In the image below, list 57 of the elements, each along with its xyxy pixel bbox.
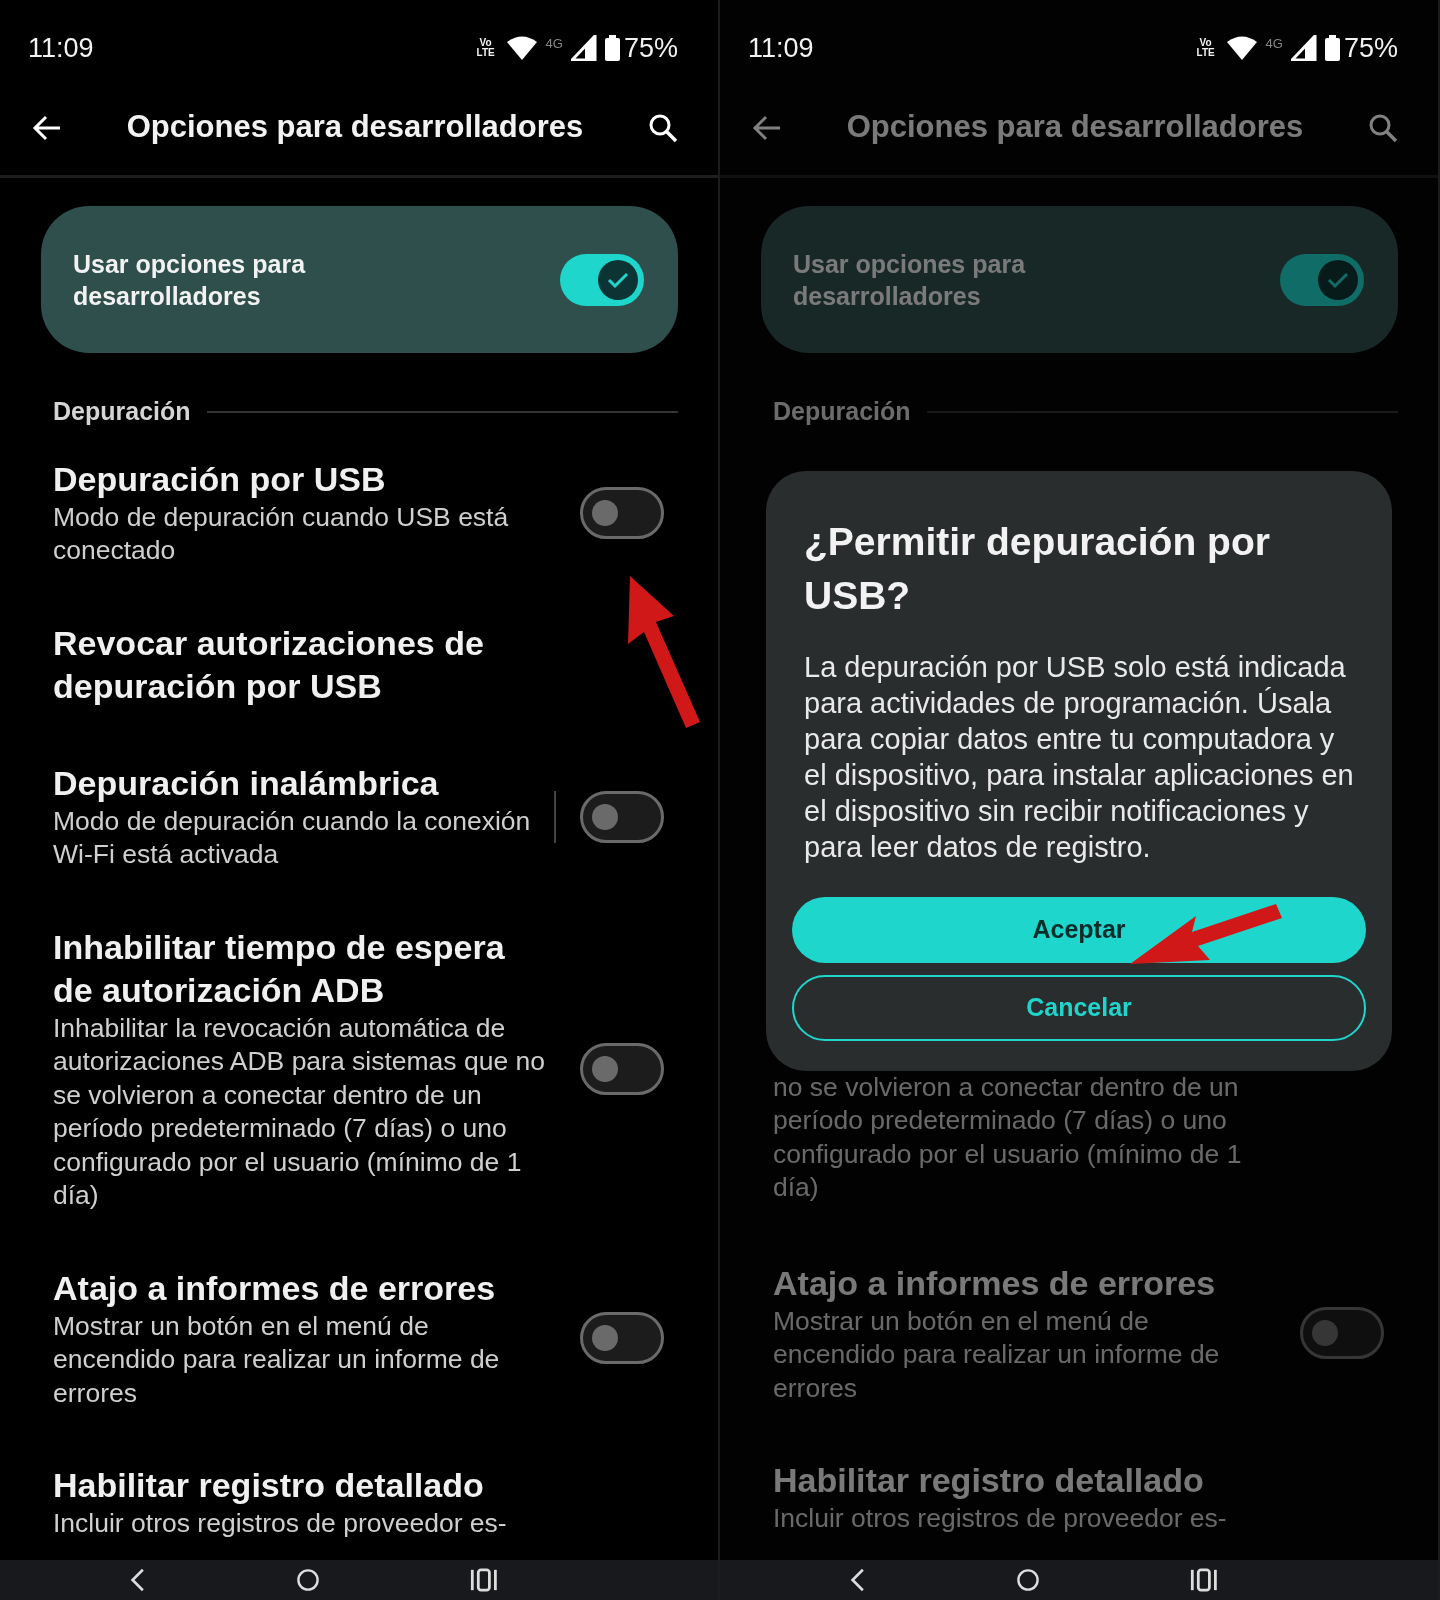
- switch-label: Usar opciones para desarrolladores: [73, 248, 307, 312]
- accept-button[interactable]: Aceptar: [792, 896, 1366, 963]
- setting-title[interactable]: Inhabilitar tiempo de espera de autorización ADB: [53, 925, 548, 1012]
- setting-description: Inhabilitar la revocación automática de autorizaciones ADB para sistemas que no se volvieron a conectar dentro de un período predeterminado (7 días) o uno configurado por el usuario (mínimo de 1 día): [53, 1011, 546, 1212]
- battery-icon: [1324, 35, 1340, 61]
- setting-description: Modo de depuración cuando USB está conectado: [53, 500, 510, 567]
- home-nav-icon[interactable]: [1015, 1568, 1040, 1592]
- setting-description: Incluir otros registros de proveedor es-: [773, 1502, 1228, 1535]
- section-header: Depuración: [53, 396, 191, 427]
- time-label: 11:09: [748, 31, 814, 65]
- battery-icon: [604, 35, 620, 61]
- battery-label: 75%: [623, 31, 678, 65]
- wifi-icon: [505, 35, 538, 61]
- setting-title[interactable]: Habilitar registro detallado: [773, 1459, 1268, 1502]
- signal-icon: [1290, 35, 1317, 61]
- time-label: 11:09: [28, 31, 94, 65]
- volte-label: Vo LTE: [475, 38, 496, 58]
- setting-description: no se volvieron a conectar dentro de un período predeterminado (7 días) o uno configurado por el usuario (mínimo de 1 día): [773, 1070, 1243, 1204]
- toggle-switch[interactable]: [580, 486, 664, 539]
- dialog-title: ¿Permitir depuración por USB?: [803, 518, 1271, 619]
- setting-title[interactable]: Atajo a informes de errores: [773, 1261, 1268, 1305]
- setting-description: Mostrar un botón en el menú de encendido para realizar un informe de errores: [53, 1309, 501, 1410]
- toggle-switch[interactable]: [580, 1312, 664, 1365]
- toggle-switch[interactable]: [560, 253, 644, 306]
- back-nav-icon[interactable]: [130, 1568, 146, 1592]
- toggle-switch[interactable]: [580, 1043, 664, 1095]
- battery-label: 75%: [1343, 31, 1398, 65]
- setting-description: Modo de depuración cuando la conexión Wi-Fi está activada: [53, 804, 532, 871]
- screen-title: Opciones para desarrolladores: [125, 108, 585, 147]
- network-label: 4G: [1265, 34, 1283, 53]
- setting-title[interactable]: Depuración por USB: [53, 457, 548, 501]
- recents-nav-icon[interactable]: [469, 1568, 498, 1592]
- setting-title[interactable]: Habilitar registro detallado: [53, 1464, 548, 1507]
- recents-nav-icon[interactable]: [1189, 1568, 1218, 1592]
- cancel-button[interactable]: Cancelar: [792, 974, 1366, 1041]
- dialog-message: La depuración por USB solo está indicada para actividades de programación. Úsala para copiar datos entre tu computadora y el dispositivo, para instalar aplicaciones en el dispositivo sin recibir notificaciones y para leer datos de registro.: [803, 649, 1355, 865]
- toggle-switch[interactable]: [580, 790, 664, 843]
- volte-label: Vo LTE: [1195, 38, 1216, 58]
- toggle-switch[interactable]: [1300, 1307, 1384, 1360]
- section-header: Depuración: [773, 396, 911, 427]
- back-arrow-icon[interactable]: [32, 114, 62, 141]
- screen-title: Opciones para desarrolladores: [845, 108, 1305, 147]
- setting-title[interactable]: Depuración inalámbrica: [53, 761, 548, 805]
- toggle-switch[interactable]: [1280, 253, 1364, 306]
- network-label: 4G: [545, 34, 563, 53]
- switch-label: Usar opciones para desarrolladores: [793, 248, 1027, 312]
- home-nav-icon[interactable]: [295, 1568, 320, 1592]
- setting-title[interactable]: Atajo a informes de errores: [53, 1266, 548, 1310]
- signal-icon: [570, 35, 597, 61]
- setting-description: Mostrar un botón en el menú de encendido para realizar un informe de errores: [773, 1304, 1221, 1405]
- wifi-icon: [1225, 35, 1258, 61]
- setting-description: Incluir otros registros de proveedor es-: [53, 1507, 508, 1540]
- search-icon[interactable]: [648, 112, 678, 143]
- check-icon: [1327, 270, 1349, 289]
- back-nav-icon[interactable]: [850, 1568, 866, 1592]
- check-icon: [607, 270, 629, 289]
- setting-title[interactable]: Revocar autorizaciones de depuración por USB: [53, 621, 548, 708]
